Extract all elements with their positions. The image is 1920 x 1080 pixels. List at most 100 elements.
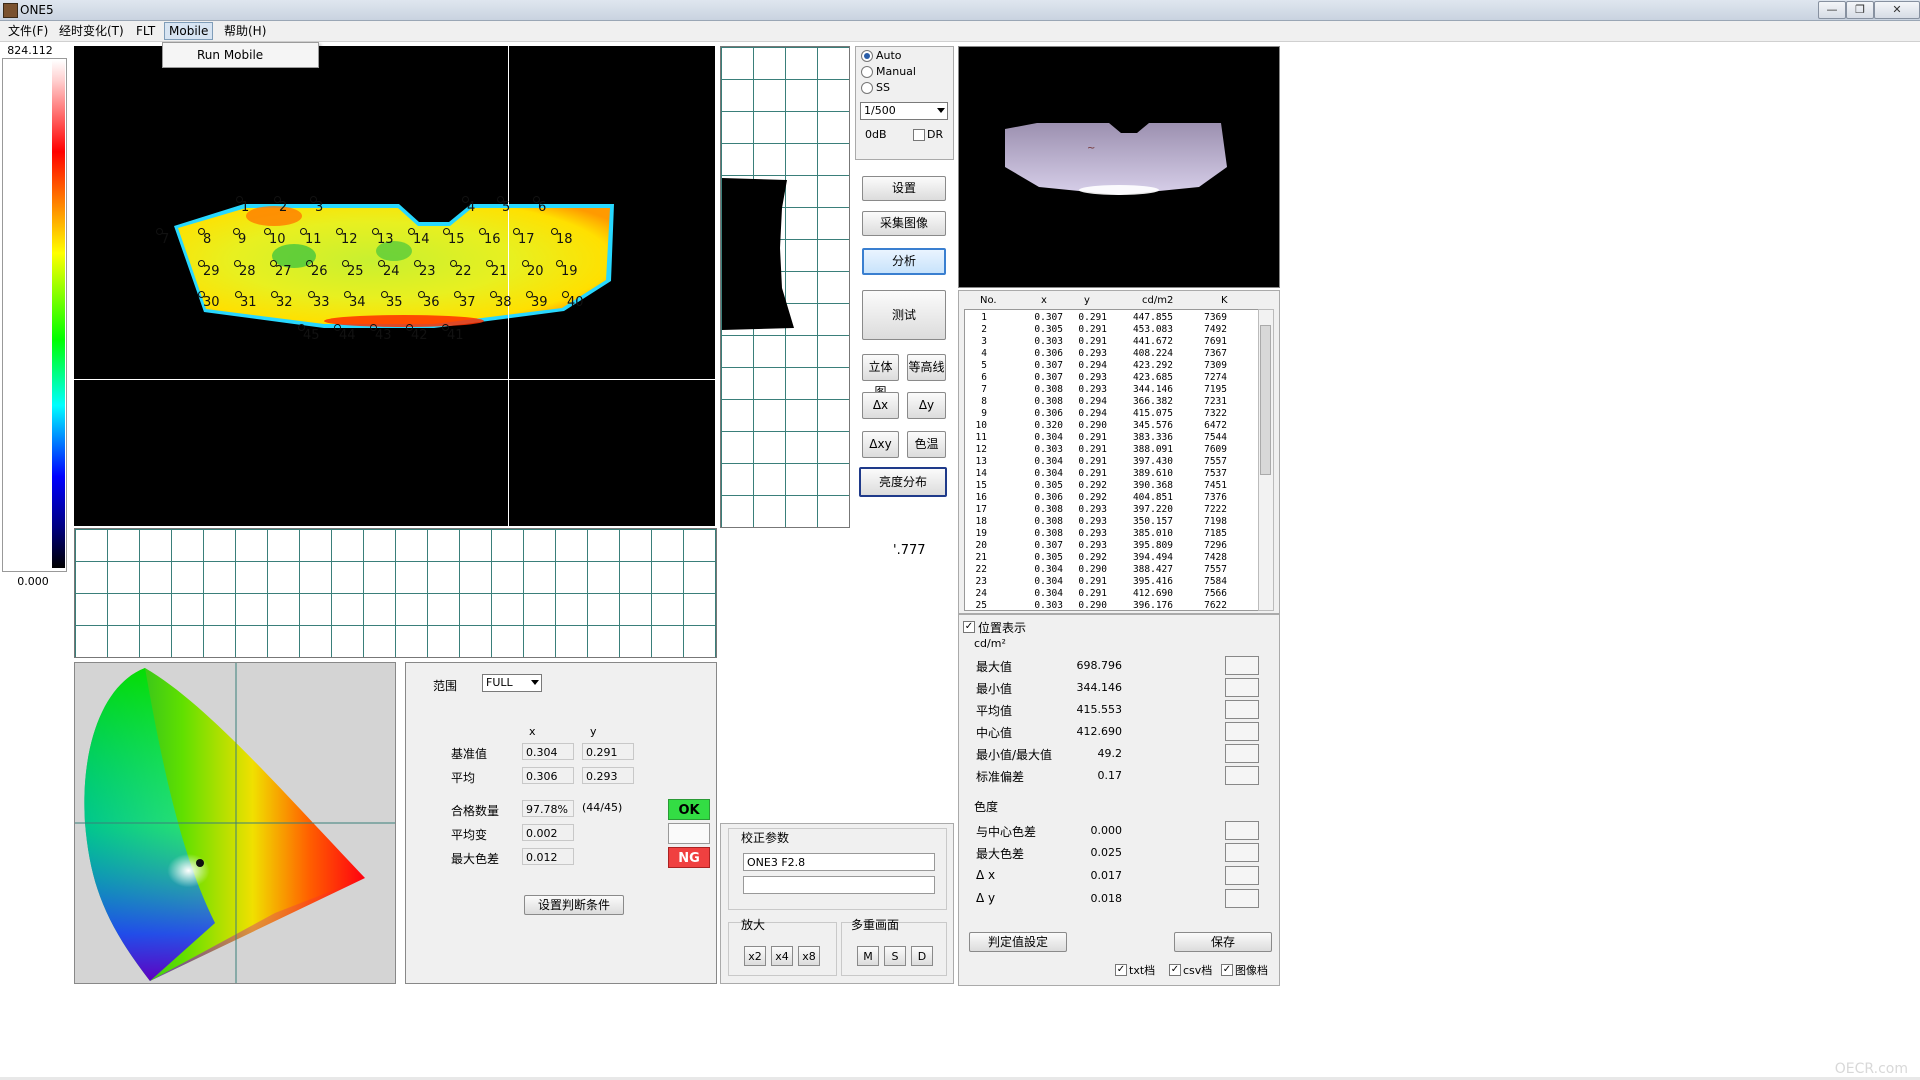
table-row[interactable]: 3 0.303 0.291 441.672 7691 (965, 336, 1259, 348)
table-row[interactable]: 21 0.305 0.292 394.494 7428 (965, 552, 1259, 564)
multi-s-button[interactable]: S (884, 946, 906, 966)
table-cell: 7451 (1204, 480, 1227, 491)
table-cell: 447.855 (1132, 312, 1173, 323)
menu-mobile[interactable]: Mobile (164, 22, 214, 40)
delta-y-button[interactable]: Δy (907, 392, 946, 419)
menu-help[interactable]: 帮助(H) (220, 23, 270, 39)
measure-point-label: 14 (413, 232, 430, 247)
col-x: x (1041, 295, 1047, 306)
table-row[interactable]: 23 0.304 0.291 395.416 7584 (965, 576, 1259, 588)
menu-flt[interactable]: FLT (132, 23, 159, 39)
close-button[interactable]: ✕ (1874, 1, 1920, 19)
stereo-view-button[interactable]: 立体图 (862, 354, 899, 399)
zoom-x8-button[interactable]: x8 (798, 946, 820, 966)
table-row[interactable]: 9 0.306 0.294 415.075 7322 (965, 408, 1259, 420)
multi-m-button[interactable]: M (857, 946, 879, 966)
contour-button[interactable]: 等高线 (907, 354, 946, 381)
judgment-panel: 范围 FULL x y 基准值 0.304 0.291 平均 0.306 0.2… (405, 662, 717, 984)
capture-image-button[interactable]: 采集图像 (862, 211, 946, 236)
auto-radio[interactable] (861, 50, 873, 62)
luminance-map-view[interactable]: 1 2 3 4 5 6 7 8 9 10 11 12 13 14 15 16 17 18 29 28 27 26 25 24 2… (74, 46, 715, 526)
minimize-button[interactable]: — (1818, 1, 1846, 19)
table-cell: 0.294 (1078, 360, 1107, 371)
analyze-button[interactable]: 分析 (862, 248, 946, 275)
scrollbar-thumb[interactable] (1260, 325, 1271, 475)
pass-count: (44/45) (582, 801, 623, 814)
table-cell: 415.075 (1132, 408, 1173, 419)
shutter-select[interactable]: 1/500 (860, 102, 948, 120)
table-row[interactable]: 15 0.305 0.292 390.368 7451 (965, 480, 1259, 492)
zoom-x2-button[interactable]: x2 (744, 946, 766, 966)
measure-point-label: 32 (276, 295, 293, 310)
table-cell: 7185 (1204, 528, 1227, 539)
restore-button[interactable]: ❐ (1846, 1, 1874, 19)
menu-aging[interactable]: 经时变化(T) (55, 23, 128, 39)
txt-label: txt档 (1129, 964, 1156, 977)
table-row[interactable]: 8 0.308 0.294 366.382 7231 (965, 396, 1259, 408)
calibration-param-field-2[interactable] (743, 876, 935, 894)
position-display-checkbox[interactable]: ✓ (963, 621, 975, 633)
table-row[interactable]: 10 0.320 0.290 345.576 6472 (965, 420, 1259, 432)
table-cell: 395.416 (1132, 576, 1173, 587)
set-condition-button[interactable]: 设置判断条件 (524, 895, 624, 915)
measurement-table[interactable]: 1 0.307 0.291 447.855 7369 2 0.305 0.291 453.083… (964, 309, 1260, 611)
save-button[interactable]: 保存 (1174, 932, 1272, 952)
zoom-x4-button[interactable]: x4 (771, 946, 793, 966)
settings-button[interactable]: 设置 (862, 176, 946, 201)
table-row[interactable]: 16 0.306 0.292 404.851 7376 (965, 492, 1259, 504)
table-row[interactable]: 22 0.304 0.290 388.427 7557 (965, 564, 1259, 576)
measure-point-label: 25 (347, 264, 364, 279)
table-row[interactable]: 4 0.306 0.293 408.224 7367 (965, 348, 1259, 360)
col-luminance: cd/m2 (1142, 295, 1174, 306)
manual-radio[interactable] (861, 66, 873, 78)
table-cell: 0.305 (1034, 480, 1063, 491)
table-cell: 6 (981, 372, 987, 383)
table-row[interactable]: 25 0.303 0.290 396.176 7622 (965, 600, 1259, 611)
color-temp-button[interactable]: 色温 (907, 431, 946, 458)
menu-run-mobile[interactable]: Run Mobile (197, 48, 263, 62)
table-row[interactable]: 13 0.304 0.291 397.430 7557 (965, 456, 1259, 468)
measure-button[interactable]: 测试 (862, 290, 946, 340)
table-row[interactable]: 7 0.308 0.293 344.146 7195 (965, 384, 1259, 396)
dy-value: 0.018 (1090, 892, 1123, 905)
table-cell: 441.672 (1132, 336, 1173, 347)
calibration-param-field[interactable]: ONE3 F2.8 (743, 853, 935, 871)
table-row[interactable]: 19 0.308 0.293 385.010 7185 (965, 528, 1259, 540)
table-row[interactable]: 17 0.308 0.293 397.220 7222 (965, 504, 1259, 516)
table-row[interactable]: 1 0.307 0.291 447.855 7369 (965, 312, 1259, 324)
table-row[interactable]: 6 0.307 0.293 423.685 7274 (965, 372, 1259, 384)
max-diff-value: 0.025 (1090, 846, 1123, 859)
luminance-distribution-button[interactable]: 亮度分布 (859, 467, 947, 497)
delta-xy-button[interactable]: Δxy (862, 431, 899, 458)
measure-point-label: 13 (377, 232, 394, 247)
table-row[interactable]: 5 0.307 0.294 423.292 7309 (965, 360, 1259, 372)
menu-file[interactable]: 文件(F) (4, 23, 52, 39)
table-row[interactable]: 24 0.304 0.291 412.690 7566 (965, 588, 1259, 600)
table-row[interactable]: 14 0.304 0.291 389.610 7537 (965, 468, 1259, 480)
table-row[interactable]: 11 0.304 0.291 383.336 7544 (965, 432, 1259, 444)
table-row[interactable]: 18 0.308 0.293 350.157 7198 (965, 516, 1259, 528)
measure-point-label: 9 (238, 232, 247, 247)
table-cell: 11 (975, 432, 987, 443)
judge-setting-button[interactable]: 判定值設定 (969, 932, 1067, 952)
ss-radio[interactable] (861, 82, 873, 94)
measure-point-label: 22 (455, 264, 472, 279)
table-row[interactable]: 12 0.303 0.291 388.091 7609 (965, 444, 1259, 456)
table-cell: 25 (975, 600, 987, 611)
delta-x-button[interactable]: Δx (862, 392, 899, 419)
table-scrollbar[interactable] (1258, 309, 1274, 611)
table-cell: 7544 (1204, 432, 1227, 443)
txt-checkbox[interactable]: ✓ (1115, 964, 1127, 976)
table-row[interactable]: 20 0.307 0.293 395.809 7296 (965, 540, 1259, 552)
range-select[interactable]: FULL (482, 674, 542, 692)
table-cell: 7296 (1204, 540, 1227, 551)
multi-d-button[interactable]: D (911, 946, 933, 966)
ratio-label: 最小值/最大值 (976, 748, 1053, 762)
csv-checkbox[interactable]: ✓ (1169, 964, 1181, 976)
table-row[interactable]: 2 0.305 0.291 453.083 7492 (965, 324, 1259, 336)
table-cell: 388.427 (1132, 564, 1173, 575)
dr-checkbox[interactable] (913, 129, 925, 141)
table-cell: 0.290 (1078, 564, 1107, 575)
measure-point-label: 4 (467, 200, 476, 215)
image-checkbox[interactable]: ✓ (1221, 964, 1233, 976)
